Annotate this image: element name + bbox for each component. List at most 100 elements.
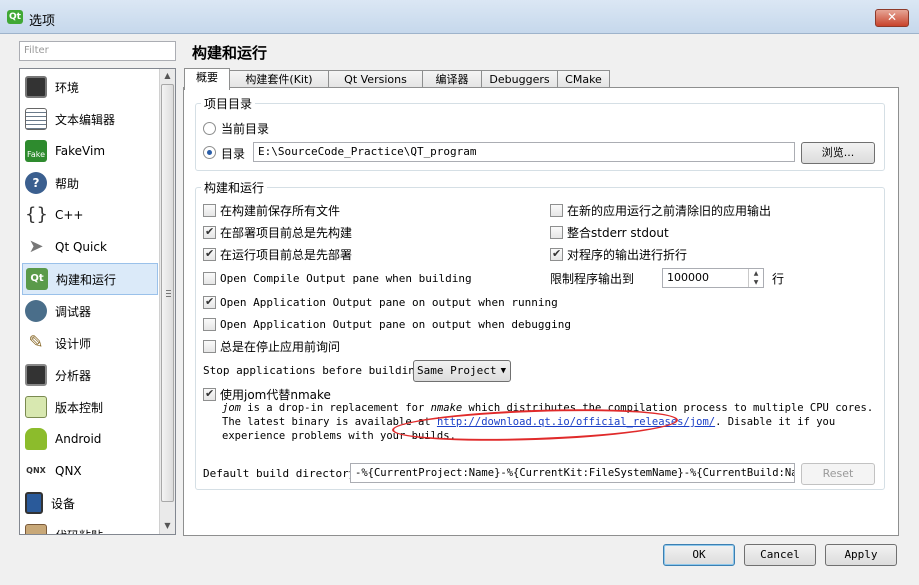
stop-apps-combobox[interactable]: Same Project ▼	[413, 360, 511, 382]
sidebar-item-devices[interactable]: 设备	[22, 487, 158, 519]
sidebar-item-environment[interactable]: 环境	[22, 71, 158, 103]
checkbox-save-before-build[interactable]	[203, 204, 216, 217]
tab-overview[interactable]: 概要	[184, 68, 230, 90]
build-run-title: 构建和运行	[201, 179, 268, 196]
sidebar-item-label: 设备	[51, 496, 76, 511]
qnx-icon: QNX	[26, 466, 46, 475]
limit-output-spinbox[interactable]: 100000 ▲ ▼	[662, 268, 764, 288]
radio-dir-label: 目录	[221, 147, 246, 161]
checkbox-merge-stderr[interactable]	[550, 226, 563, 239]
android-icon	[25, 428, 47, 450]
sidebar: 环境 文本编辑器 Fake FakeVim ? 帮助 {} C++ ➤ Qt Q…	[19, 68, 176, 535]
sidebar-item-version-control[interactable]: 版本控制	[22, 391, 158, 423]
sidebar-item-label: FakeVim	[55, 144, 106, 158]
checkbox-app-output-debugging[interactable]	[203, 318, 216, 331]
sidebar-item-qnx[interactable]: QNX QNX	[22, 455, 158, 487]
chevron-down-icon: ▼	[500, 366, 506, 376]
compile-output-label: Open Compile Output pane when building	[220, 272, 472, 285]
save-before-build-label: 在构建前保存所有文件	[220, 204, 341, 218]
wrap-output-label: 对程序的输出进行折行	[567, 248, 688, 262]
close-button[interactable]: ✕	[875, 9, 909, 27]
sidebar-item-label: Qt Quick	[55, 240, 107, 254]
cpp-braces-icon: {}	[25, 204, 48, 225]
sidebar-item-label: 环境	[55, 80, 80, 95]
sidebar-item-designer[interactable]: ✎ 设计师	[22, 327, 158, 359]
stop-apps-label: Stop applications before building:	[203, 364, 429, 377]
sidebar-item-build-run[interactable]: Qt 构建和运行	[22, 263, 158, 295]
sidebar-item-label: 代码粘贴	[55, 527, 103, 535]
filter-input[interactable]: Filter	[19, 41, 176, 61]
sidebar-item-qt-quick[interactable]: ➤ Qt Quick	[22, 231, 158, 263]
checkbox-compile-output[interactable]	[203, 272, 216, 285]
limit-unit-label: 行	[772, 272, 785, 286]
scroll-down-icon[interactable]: ▼	[160, 519, 175, 533]
code-paste-icon	[25, 524, 47, 534]
close-icon: ✕	[886, 10, 898, 24]
spin-arrows-icon[interactable]: ▲ ▼	[748, 269, 763, 287]
fakevim-icon: Fake	[25, 140, 47, 162]
apply-button[interactable]: Apply	[825, 544, 897, 566]
debugger-icon	[25, 300, 47, 322]
sidebar-item-debugger[interactable]: 调试器	[22, 295, 158, 327]
checkbox-wrap-output[interactable]	[550, 247, 563, 261]
sidebar-item-help[interactable]: ? 帮助	[22, 167, 158, 199]
checkbox-ask-before-stop[interactable]	[203, 340, 216, 353]
device-icon	[25, 492, 43, 514]
stop-apps-value: Same Project	[417, 364, 497, 377]
qt-quick-icon: ➤	[28, 236, 44, 257]
analyzer-icon	[25, 364, 47, 386]
limit-output-value: 100000	[667, 271, 709, 284]
sidebar-item-code-paste[interactable]: 代码粘贴	[22, 519, 158, 535]
sidebar-item-android[interactable]: Android	[22, 423, 158, 455]
radio-dir[interactable]	[203, 146, 216, 159]
scroll-thumb[interactable]	[161, 84, 174, 502]
app-output-debugging-label: Open Application Output pane on output w…	[220, 318, 571, 331]
checkbox-app-output-running[interactable]	[203, 295, 216, 309]
browse-button[interactable]: 浏览...	[801, 142, 875, 164]
sidebar-item-label: Android	[55, 432, 102, 446]
checkbox-build-before-deploy[interactable]	[203, 225, 216, 239]
version-control-icon	[25, 396, 47, 418]
reset-button[interactable]: Reset	[801, 463, 875, 485]
sidebar-item-analyzer[interactable]: 分析器	[22, 359, 158, 391]
qt-logo-icon: Qt	[7, 10, 23, 24]
sidebar-item-label: 构建和运行	[56, 272, 117, 287]
window-title: 选项	[29, 14, 56, 29]
cancel-button[interactable]: Cancel	[744, 544, 816, 566]
jom-name: jom	[222, 402, 241, 414]
radio-current-dir-label: 当前目录	[221, 122, 270, 136]
help-icon: ?	[25, 172, 47, 194]
sidebar-item-label: 设计师	[55, 336, 92, 351]
default-build-dir-label: Default build directory:	[203, 467, 362, 480]
sidebar-item-label: C++	[55, 208, 84, 222]
default-build-dir-input[interactable]: -%{CurrentProject:Name}-%{CurrentKit:Fil…	[350, 463, 795, 483]
radio-current-dir[interactable]	[203, 122, 216, 135]
sidebar-item-label: 调试器	[55, 304, 92, 319]
page-title: 构建和运行	[192, 44, 268, 62]
text-editor-icon	[25, 108, 47, 130]
sidebar-scrollbar[interactable]: ▲ ▼	[159, 69, 175, 534]
monitor-icon	[25, 76, 47, 98]
sidebar-item-cpp[interactable]: {} C++	[22, 199, 158, 231]
sidebar-item-text-editor[interactable]: 文本编辑器	[22, 103, 158, 135]
checkbox-clear-old-output[interactable]	[550, 204, 563, 217]
ok-button[interactable]: OK	[663, 544, 735, 566]
sidebar-item-label: 版本控制	[55, 400, 104, 415]
project-dir-title: 项目目录	[201, 95, 256, 112]
designer-icon: ✎	[28, 332, 44, 353]
merge-stderr-label: 整合stderr stdout	[567, 226, 669, 240]
checkbox-deploy-before-run[interactable]	[203, 247, 216, 261]
sidebar-item-label: QNX	[55, 464, 82, 478]
sidebar-item-label: 分析器	[55, 368, 92, 383]
clear-old-output-label: 在新的应用运行之前清除旧的应用输出	[567, 204, 772, 218]
sidebar-item-fakevim[interactable]: Fake FakeVim	[22, 135, 158, 167]
scroll-up-icon[interactable]: ▲	[160, 69, 175, 83]
nmake-name: nmake	[430, 402, 463, 414]
sidebar-item-label: 文本编辑器	[55, 112, 116, 127]
checkbox-use-jom[interactable]	[203, 387, 216, 401]
sidebar-item-label: 帮助	[55, 176, 80, 191]
ask-before-stop-label: 总是在停止应用前询问	[220, 340, 341, 354]
project-dir-input[interactable]: E:\SourceCode_Practice\QT_program	[253, 142, 795, 162]
build-run-icon: Qt	[26, 268, 48, 290]
build-before-deploy-label: 在部署项目前总是先构建	[220, 226, 353, 240]
